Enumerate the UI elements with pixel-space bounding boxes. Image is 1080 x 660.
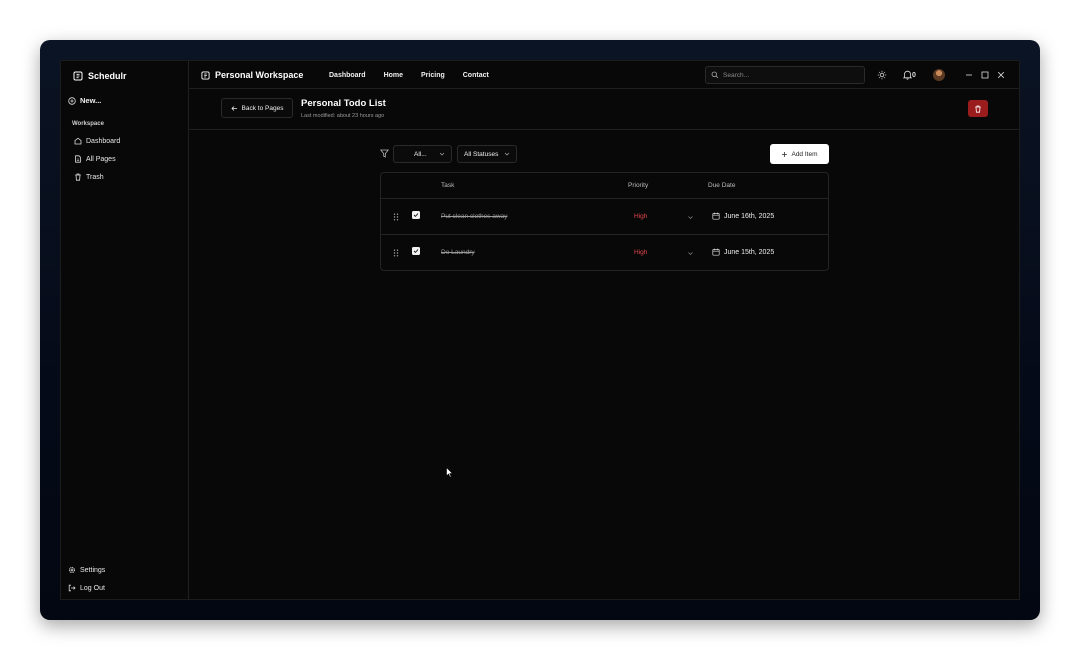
sidebar-item-label: All Pages: [86, 155, 116, 163]
sidebar-section-label: Workspace: [72, 121, 104, 127]
mouse-cursor-icon: [446, 467, 453, 478]
status-filter-select[interactable]: All Statuses: [457, 145, 517, 163]
search-box[interactable]: [705, 66, 865, 84]
notifications-count: 0: [912, 71, 916, 79]
file-icon: [75, 155, 81, 163]
maximize-button[interactable]: [981, 69, 989, 81]
table-row: Do Laundry High June 15th, 2025: [381, 235, 828, 271]
back-to-pages-button[interactable]: Back to Pages: [221, 98, 293, 118]
chevron-down-icon[interactable]: [687, 214, 694, 221]
logout-button[interactable]: Log Out: [68, 584, 105, 592]
task-checkbox[interactable]: [412, 211, 420, 219]
settings-button[interactable]: Settings: [68, 566, 105, 574]
logout-label: Log Out: [80, 584, 105, 592]
check-icon: [413, 213, 419, 218]
table-header: Task Priority Due Date: [381, 173, 828, 199]
todo-table: Task Priority Due Date Put clean clothes…: [380, 172, 829, 271]
sidebar-item-dashboard[interactable]: Dashboard: [74, 137, 120, 145]
priority-filter-select[interactable]: All...: [393, 145, 452, 163]
logout-icon: [68, 584, 76, 592]
avatar[interactable]: [933, 69, 945, 81]
notifications-button[interactable]: 0: [903, 69, 916, 81]
task-text[interactable]: Put clean clothes away: [441, 213, 507, 220]
app-window: Schedulr New... Workspace Dashboard All …: [60, 60, 1020, 600]
home-icon: [74, 137, 82, 145]
add-item-button[interactable]: Add Item: [770, 144, 829, 164]
priority-value[interactable]: High: [634, 213, 647, 220]
top-bar: Personal Workspace Dashboard Home Pricin…: [189, 61, 1019, 89]
close-button[interactable]: [997, 69, 1005, 81]
search-icon: [711, 71, 719, 79]
search-input[interactable]: [723, 71, 853, 79]
close-icon: [997, 71, 1005, 79]
due-date-button[interactable]: June 15th, 2025: [712, 248, 774, 256]
back-label: Back to Pages: [241, 104, 284, 112]
drag-handle-icon[interactable]: [393, 213, 399, 221]
arrow-left-icon: [230, 105, 237, 111]
sidebar-item-all-pages[interactable]: All Pages: [74, 155, 116, 163]
workspace-icon: [201, 70, 210, 80]
table-row: Put clean clothes away High June 16th, 2…: [381, 199, 828, 235]
top-nav: Dashboard Home Pricing Contact: [329, 61, 489, 89]
chevron-down-icon: [504, 152, 510, 156]
main-content: Personal Workspace Dashboard Home Pricin…: [189, 61, 1019, 599]
task-checkbox[interactable]: [412, 247, 420, 255]
page-header: Back to Pages Personal Todo List Last mo…: [189, 89, 1019, 130]
minimize-icon: [966, 74, 972, 76]
add-item-label: Add Item: [791, 150, 818, 158]
due-date-text: June 16th, 2025: [724, 212, 775, 220]
new-page-label: New...: [80, 96, 102, 105]
theme-toggle-button[interactable]: [877, 69, 887, 81]
settings-label: Settings: [80, 566, 106, 574]
chevron-down-icon: [439, 152, 445, 156]
trash-icon: [75, 173, 81, 181]
last-modified: Last modified: about 23 hours ago: [301, 113, 385, 119]
task-text[interactable]: Do Laundry: [441, 249, 475, 256]
plus-icon: [782, 151, 788, 157]
gear-icon: [68, 566, 76, 574]
due-date-text: June 15th, 2025: [724, 248, 775, 256]
calendar-icon: [712, 248, 720, 256]
sidebar: Schedulr New... Workspace Dashboard All …: [61, 61, 189, 599]
maximize-icon: [981, 71, 989, 79]
logo-icon: [73, 71, 83, 81]
sidebar-item-trash[interactable]: Trash: [74, 173, 104, 181]
bell-icon: [903, 70, 912, 80]
new-page-button[interactable]: New...: [68, 96, 101, 105]
delete-page-button[interactable]: [968, 100, 988, 117]
trash-icon: [975, 105, 981, 113]
filter-icon: [380, 149, 389, 158]
plus-circle-icon: [68, 96, 76, 105]
workspace-title-text: Personal Workspace: [215, 70, 304, 80]
nav-contact[interactable]: Contact: [463, 72, 489, 79]
header-task: Task: [441, 182, 455, 189]
minimize-button[interactable]: [965, 69, 973, 81]
header-due-date: Due Date: [708, 182, 736, 189]
sidebar-item-label: Dashboard: [86, 137, 121, 145]
brand-name: Schedulr: [88, 71, 127, 81]
calendar-icon: [712, 212, 720, 220]
chevron-down-icon[interactable]: [687, 250, 694, 257]
nav-dashboard[interactable]: Dashboard: [329, 72, 366, 79]
header-priority: Priority: [628, 182, 649, 189]
workspace-title[interactable]: Personal Workspace: [201, 61, 303, 89]
priority-filter-value: All...: [414, 150, 427, 158]
nav-home[interactable]: Home: [384, 72, 403, 79]
status-filter-value: All Statuses: [464, 150, 499, 158]
drag-handle-icon[interactable]: [393, 249, 399, 257]
due-date-button[interactable]: June 16th, 2025: [712, 212, 774, 220]
check-icon: [413, 249, 419, 254]
sun-icon: [877, 70, 887, 80]
nav-pricing[interactable]: Pricing: [421, 72, 445, 79]
page-title: Personal Todo List: [301, 98, 386, 109]
brand[interactable]: Schedulr: [73, 69, 127, 83]
sidebar-item-label: Trash: [86, 173, 104, 181]
priority-value[interactable]: High: [634, 249, 647, 256]
